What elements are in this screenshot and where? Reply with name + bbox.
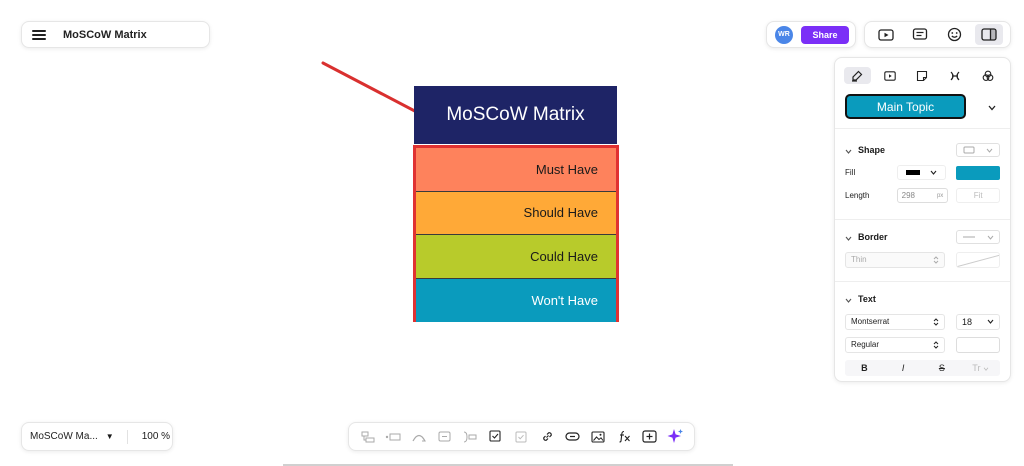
summary-icon[interactable] [460,427,480,447]
property-panel: Main Topic Shape Fill Length 298 px Fit [834,57,1011,382]
fill-style-select[interactable] [896,165,947,180]
relationship-icon[interactable] [409,427,429,447]
font-size-select[interactable]: 18 [956,313,1000,330]
boundary-icon[interactable] [435,427,455,447]
add-subtopic-icon[interactable] [358,427,378,447]
checkbox-icon[interactable] [511,427,531,447]
subtopic-wont-have[interactable]: Won't Have [416,278,616,322]
fill-label: Fill [845,168,856,177]
theme-icon[interactable] [974,67,1001,84]
text-section-label: Text [858,294,876,304]
task-icon[interactable] [486,427,506,447]
subtopic-could-have[interactable]: Could Have [416,235,616,279]
view-toolbar [864,21,1011,48]
caret-down-icon[interactable]: ▼ [106,432,114,441]
shape-section-label: Shape [858,145,886,155]
border-style-select[interactable] [956,230,1000,244]
border-color-picker[interactable] [956,251,1000,268]
add-topic-icon[interactable] [383,427,403,447]
fill-color-picker[interactable] [956,165,1000,180]
text-format-toolbar: B I S Tr [845,360,1000,376]
fill-swatch [906,170,921,175]
italic-button[interactable]: I [884,363,923,373]
title-card: MoSCoW Matrix [21,21,210,48]
sticky-note-icon[interactable] [909,67,936,84]
shape-type-select[interactable] [956,143,1000,157]
chevron-down-icon[interactable] [988,98,996,116]
fit-button[interactable]: Fit [956,188,1000,203]
font-family-select[interactable]: Montserrat [845,313,945,330]
collapse-chevron-icon[interactable] [845,141,852,159]
equation-icon[interactable] [614,427,634,447]
insert-plus-icon[interactable] [640,427,660,447]
presentation-play-icon[interactable] [872,24,900,45]
text-color-picker[interactable] [956,336,1000,353]
border-section-label: Border [858,232,888,242]
share-card: WR Share [766,21,856,48]
strikethrough-button[interactable]: S [923,363,962,373]
collapse-chevron-icon[interactable] [845,290,852,308]
comments-icon[interactable] [906,24,934,45]
style-brush-icon[interactable] [844,67,871,84]
subtopic-should-have[interactable]: Should Have [416,191,616,235]
image-icon[interactable] [588,427,608,447]
user-avatar[interactable]: WR [775,25,793,44]
zoom-level[interactable]: 100 % [142,431,170,442]
style-preview-button[interactable]: Main Topic [845,94,966,119]
structure-icon[interactable] [942,67,969,84]
map-selector[interactable]: MoSCoW Ma... [30,431,98,442]
font-weight-select[interactable]: Regular [845,336,945,353]
subtopic-selection: Must Have Should Have Could Have Won't H… [413,145,619,322]
length-label: Length [845,191,870,200]
bold-button[interactable]: B [845,363,884,373]
text-case-button[interactable]: Tr [961,363,1000,373]
collapse-chevron-icon[interactable] [845,228,852,246]
panel-toggle-icon[interactable] [974,24,1003,45]
subtopic-must-have[interactable]: Must Have [416,148,616,192]
media-icon[interactable] [877,67,904,84]
emoji-icon[interactable] [941,24,969,45]
main-topic-node[interactable]: MoSCoW Matrix [414,86,617,144]
ai-sparkle-icon[interactable] [665,427,685,447]
border-weight-select[interactable]: Thin [845,251,945,268]
insert-toolbar [348,422,695,451]
document-title[interactable]: MoSCoW Matrix [63,29,147,41]
hyperlink-pill-icon[interactable] [563,427,583,447]
panel-tabs [835,58,1010,90]
length-input[interactable]: 298 px [896,188,949,203]
map-zoom-card: MoSCoW Ma... ▼ 100 % [21,422,173,451]
link-icon[interactable] [537,427,557,447]
share-button[interactable]: Share [801,25,849,44]
hamburger-menu-icon[interactable] [32,29,46,40]
